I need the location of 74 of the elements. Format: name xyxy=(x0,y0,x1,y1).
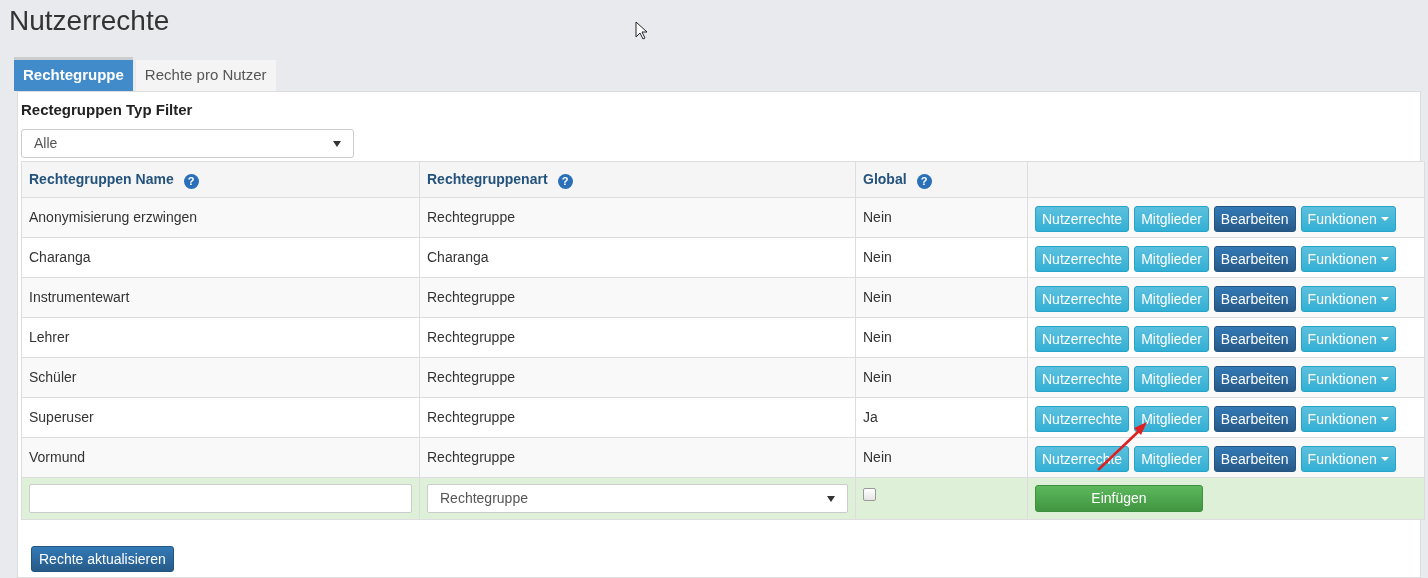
functions-dropdown-button[interactable]: Funktionen xyxy=(1300,286,1396,312)
group-name-cell: Schüler xyxy=(29,369,77,385)
name-input-field[interactable] xyxy=(29,484,412,513)
functions-dropdown-button[interactable]: Funktionen xyxy=(1300,366,1396,392)
group-type-cell: Charanga xyxy=(427,249,489,265)
group-type-cell: Rechtegruppe xyxy=(427,369,515,385)
caret-icon xyxy=(1380,257,1389,261)
cursor-icon xyxy=(635,21,648,40)
functions-dropdown-button[interactable]: Funktionen xyxy=(1300,406,1396,432)
action-button[interactable]: Nutzerrechte xyxy=(1035,286,1130,312)
global-cell: Nein xyxy=(863,449,892,465)
functions-dropdown-button[interactable]: Funktionen xyxy=(1300,446,1396,472)
group-type-cell: Rechtegruppe xyxy=(427,409,515,425)
caret-icon xyxy=(1380,417,1389,421)
caret-icon xyxy=(1380,297,1389,301)
caret-icon xyxy=(1380,457,1389,461)
dropdown-arrow-icon xyxy=(827,495,835,502)
group-name-cell: Superuser xyxy=(29,409,94,425)
action-button[interactable]: Mitglieder xyxy=(1134,206,1209,232)
column-header[interactable]: Global xyxy=(863,169,907,190)
group-type-cell: Rechtegruppe xyxy=(427,329,515,345)
tab[interactable]: Rechtegruppe xyxy=(14,57,133,91)
functions-dropdown-button[interactable]: Funktionen xyxy=(1300,326,1396,352)
global-checkbox[interactable] xyxy=(863,488,876,501)
edit-button[interactable]: Bearbeiten xyxy=(1213,246,1296,272)
global-cell: Ja xyxy=(863,409,878,425)
caret-icon xyxy=(1380,337,1389,341)
caret-icon xyxy=(1380,377,1389,381)
dropdown-arrow-icon xyxy=(333,140,341,147)
global-cell: Nein xyxy=(863,289,892,305)
group-name-cell: Vormund xyxy=(29,449,86,465)
action-button[interactable]: Mitglieder xyxy=(1134,446,1209,472)
functions-dropdown-button[interactable]: Funktionen xyxy=(1300,206,1396,232)
page-title: Nutzerrechte xyxy=(9,4,170,38)
group-name-cell: Charanga xyxy=(29,249,91,265)
column-header[interactable]: Rechtegruppen Name xyxy=(29,169,174,190)
action-button[interactable]: Mitglieder xyxy=(1134,286,1209,312)
action-button[interactable]: Mitglieder xyxy=(1134,366,1209,392)
group-type-cell: Rechtegruppe xyxy=(427,289,515,305)
help-icon[interactable]: ? xyxy=(183,174,199,189)
functions-dropdown-button[interactable]: Funktionen xyxy=(1300,246,1396,272)
filter-label: Rectegruppen Typ Filter xyxy=(21,100,193,120)
global-cell: Nein xyxy=(863,369,892,385)
action-button[interactable]: Nutzerrechte xyxy=(1035,406,1130,432)
filter-select[interactable]: Alle xyxy=(21,129,354,158)
help-icon[interactable]: ? xyxy=(916,174,932,189)
action-button[interactable]: Mitglieder xyxy=(1134,246,1209,272)
update-rights-button[interactable]: Rechte aktualisieren xyxy=(31,546,174,572)
tab[interactable]: Rechte pro Nutzer xyxy=(135,60,276,91)
group-name-cell: Anonymisierung erzwingen xyxy=(29,209,198,225)
action-button[interactable]: Nutzerrechte xyxy=(1035,326,1130,352)
action-button[interactable]: Nutzerrechte xyxy=(1035,246,1130,272)
action-button[interactable]: Mitglieder xyxy=(1134,406,1209,432)
column-header[interactable]: Rechtegruppenart xyxy=(427,169,548,190)
edit-button[interactable]: Bearbeiten xyxy=(1213,366,1296,392)
action-button[interactable]: Nutzerrechte xyxy=(1035,366,1130,392)
action-button[interactable]: Mitglieder xyxy=(1134,326,1209,352)
edit-button[interactable]: Bearbeiten xyxy=(1213,446,1296,472)
action-button[interactable]: Nutzerrechte xyxy=(1035,206,1130,232)
global-cell: Nein xyxy=(863,209,892,225)
edit-button[interactable]: Bearbeiten xyxy=(1213,326,1296,352)
group-type-cell: Rechtegruppe xyxy=(427,209,515,225)
group-name-cell: Lehrer xyxy=(29,329,70,345)
group-type-cell: Rechtegruppe xyxy=(427,449,515,465)
edit-button[interactable]: Bearbeiten xyxy=(1213,206,1296,232)
type-select[interactable]: Rechtegruppe xyxy=(427,484,848,513)
help-icon[interactable]: ? xyxy=(557,174,573,189)
group-name-cell: Instrumentewart xyxy=(29,289,130,305)
caret-icon xyxy=(1380,217,1389,221)
global-cell: Nein xyxy=(863,329,892,345)
insert-button[interactable]: Einfügen xyxy=(1035,485,1203,512)
edit-button[interactable]: Bearbeiten xyxy=(1213,406,1296,432)
edit-button[interactable]: Bearbeiten xyxy=(1213,286,1296,312)
global-cell: Nein xyxy=(863,249,892,265)
